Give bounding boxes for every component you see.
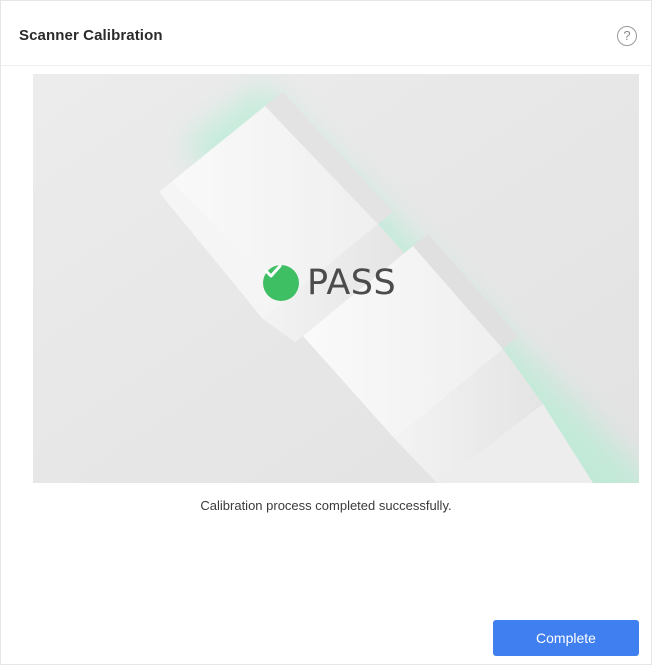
completion-message: Calibration process completed successful… xyxy=(200,498,452,513)
scanner-calibration-dialog: Scanner Calibration ? PASS Calibration p… xyxy=(0,0,652,665)
dialog-title: Scanner Calibration xyxy=(19,27,163,44)
complete-button[interactable]: Complete xyxy=(493,620,639,656)
calibration-preview: PASS xyxy=(33,74,639,483)
check-circle-icon xyxy=(263,264,299,301)
header-divider xyxy=(1,65,651,66)
help-icon[interactable]: ? xyxy=(617,26,637,46)
pass-status-text: PASS xyxy=(307,263,397,303)
pass-indicator: PASS xyxy=(263,263,396,303)
